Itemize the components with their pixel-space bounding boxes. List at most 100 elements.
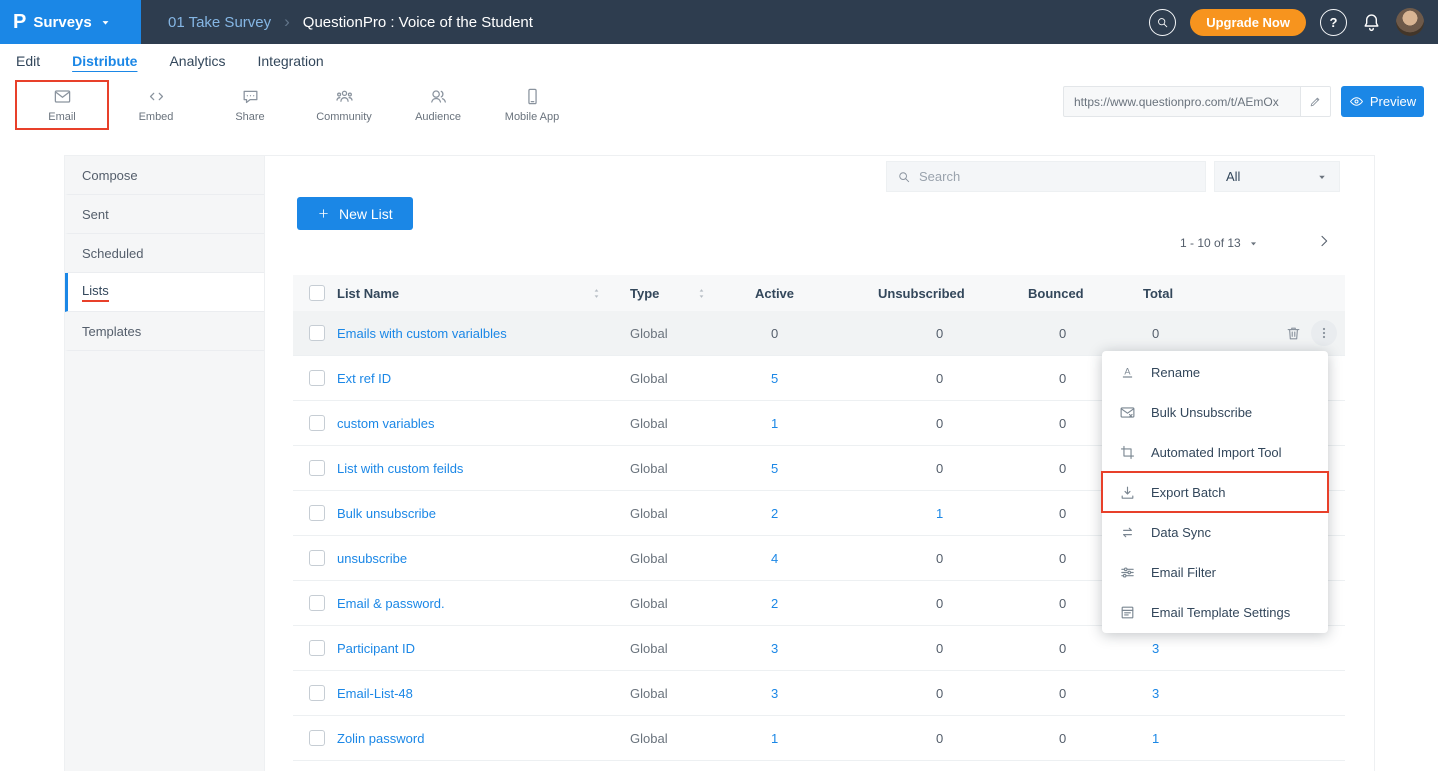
list-name-link[interactable]: Bulk unsubscribe	[337, 506, 436, 521]
unsubscribed-count[interactable]: 0	[851, 686, 1001, 701]
list-name-link[interactable]: Email-List-48	[337, 686, 413, 701]
context-menu-item[interactable]: A Rename	[1102, 352, 1328, 392]
bounced-count[interactable]: 0	[1001, 326, 1131, 341]
active-count[interactable]: 2	[721, 596, 851, 611]
search-input[interactable]	[919, 169, 1195, 184]
row-checkbox[interactable]	[309, 550, 325, 566]
row-checkbox[interactable]	[309, 730, 325, 746]
edit-url-button[interactable]	[1300, 87, 1330, 116]
pagination-dropdown[interactable]: 1 - 10 of 13	[1180, 236, 1259, 250]
row-checkbox[interactable]	[309, 505, 325, 521]
unsubscribed-count[interactable]: 0	[851, 596, 1001, 611]
sort-icon[interactable]	[695, 287, 708, 300]
sidebar-item[interactable]: Scheduled	[65, 234, 264, 273]
unsubscribed-count[interactable]: 0	[851, 371, 1001, 386]
unsubscribed-count[interactable]: 0	[851, 551, 1001, 566]
sidebar-item[interactable]: Sent	[65, 195, 264, 234]
context-menu-item[interactable]: Export Batch	[1102, 472, 1328, 512]
total-count[interactable]: 3	[1131, 641, 1261, 656]
table-row[interactable]: Zolin password Global 1 0 0 1	[293, 716, 1345, 761]
context-menu-item[interactable]: Data Sync	[1102, 512, 1328, 552]
active-count[interactable]: 3	[721, 686, 851, 701]
survey-url[interactable]: https://www.questionpro.com/t/AEmOx	[1064, 95, 1300, 109]
row-checkbox[interactable]	[309, 370, 325, 386]
search-button[interactable]	[1149, 9, 1176, 36]
sidebar-item[interactable]: Templates	[65, 312, 264, 351]
new-list-button[interactable]: New List	[297, 197, 413, 230]
row-checkbox[interactable]	[309, 640, 325, 656]
questionpro-logo: P	[13, 11, 26, 34]
chevron-right-icon	[1316, 233, 1332, 249]
bounced-count[interactable]: 0	[1001, 641, 1131, 656]
row-checkbox[interactable]	[309, 415, 325, 431]
community-icon	[335, 87, 354, 106]
surveys-menu[interactable]: P Surveys	[0, 0, 141, 44]
table-row[interactable]: Emails with custom varialbles Global 0 0…	[293, 311, 1345, 356]
filter-dropdown[interactable]: All	[1214, 161, 1340, 192]
help-button[interactable]: ?	[1320, 9, 1347, 36]
user-avatar[interactable]	[1396, 8, 1424, 36]
context-menu-item[interactable]: Bulk Unsubscribe	[1102, 392, 1328, 432]
active-count[interactable]: 5	[721, 461, 851, 476]
notifications-bell-icon[interactable]	[1361, 12, 1382, 33]
table-row[interactable]: Email-List-48 Global 3 0 0 3	[293, 671, 1345, 716]
sort-icon[interactable]	[590, 287, 603, 300]
context-menu-item[interactable]: Email Filter	[1102, 552, 1328, 592]
context-menu-item[interactable]: Automated Import Tool	[1102, 432, 1328, 472]
list-name-link[interactable]: Email & password.	[337, 596, 445, 611]
list-name-link[interactable]: custom variables	[337, 416, 435, 431]
list-name-link[interactable]: Ext ref ID	[337, 371, 391, 386]
caret-down-icon	[1316, 171, 1328, 183]
select-all-checkbox[interactable]	[309, 285, 325, 301]
context-menu-item[interactable]: Email Template Settings	[1102, 592, 1328, 632]
next-page-button[interactable]	[1313, 230, 1335, 252]
list-name-link[interactable]: List with custom feilds	[337, 461, 463, 476]
nav-tab[interactable]: Edit	[16, 53, 40, 69]
active-count[interactable]: 3	[721, 641, 851, 656]
toolbar-item[interactable]: Email	[15, 80, 109, 130]
active-count[interactable]: 2	[721, 506, 851, 521]
nav-tab[interactable]: Analytics	[169, 53, 225, 69]
list-type: Global	[611, 641, 721, 656]
list-name-link[interactable]: Participant ID	[337, 641, 415, 656]
active-count[interactable]: 1	[721, 416, 851, 431]
toolbar-item[interactable]: Share	[203, 80, 297, 130]
embed-icon	[147, 87, 166, 106]
nav-tab[interactable]: Integration	[258, 53, 324, 69]
active-count[interactable]: 4	[721, 551, 851, 566]
row-checkbox[interactable]	[309, 325, 325, 341]
active-count[interactable]: 1	[721, 731, 851, 746]
toolbar-item[interactable]: Community	[297, 80, 391, 130]
row-checkbox[interactable]	[309, 685, 325, 701]
upgrade-now-button[interactable]: Upgrade Now	[1190, 9, 1306, 36]
bounced-count[interactable]: 0	[1001, 731, 1131, 746]
unsubscribed-count[interactable]: 0	[851, 461, 1001, 476]
row-menu-button[interactable]	[1311, 320, 1337, 346]
delete-list-icon[interactable]	[1285, 325, 1302, 342]
toolbar-item[interactable]: Mobile App	[485, 80, 579, 130]
row-checkbox[interactable]	[309, 595, 325, 611]
active-count[interactable]: 5	[721, 371, 851, 386]
list-name-link[interactable]: Emails with custom varialbles	[337, 326, 507, 341]
unsubscribed-count[interactable]: 0	[851, 416, 1001, 431]
sidebar-item[interactable]: Lists	[65, 273, 264, 312]
sidebar-item[interactable]: Compose	[65, 156, 264, 195]
total-count[interactable]: 1	[1131, 731, 1261, 746]
unsubscribed-count[interactable]: 0	[851, 731, 1001, 746]
list-name-link[interactable]: unsubscribe	[337, 551, 407, 566]
content-area: Compose Sent Scheduled Lists Templates A…	[64, 155, 1375, 771]
active-count[interactable]: 0	[721, 326, 851, 341]
unsubscribed-count[interactable]: 1	[851, 506, 1001, 521]
unsubscribed-count[interactable]: 0	[851, 641, 1001, 656]
bounced-count[interactable]: 0	[1001, 686, 1131, 701]
list-name-link[interactable]: Zolin password	[337, 731, 424, 746]
toolbar-item[interactable]: Embed	[109, 80, 203, 130]
total-count[interactable]: 3	[1131, 686, 1261, 701]
total-count[interactable]: 0	[1131, 326, 1261, 341]
toolbar-item[interactable]: Audience	[391, 80, 485, 130]
nav-tab[interactable]: Distribute	[72, 53, 137, 69]
breadcrumb-survey-link[interactable]: 01 Take Survey	[168, 14, 271, 31]
unsubscribed-count[interactable]: 0	[851, 326, 1001, 341]
row-checkbox[interactable]	[309, 460, 325, 476]
preview-button[interactable]: Preview	[1341, 86, 1424, 117]
